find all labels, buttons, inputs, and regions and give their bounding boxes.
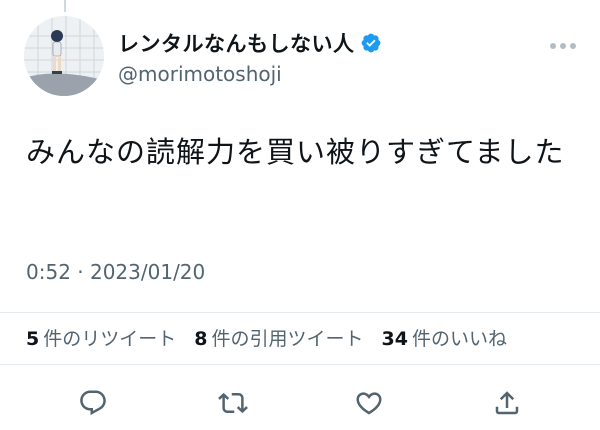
action-bar [0,380,600,424]
quotes-stat[interactable]: 8 件の引用ツイート [194,324,363,351]
avatar[interactable] [24,16,104,96]
engagement-stats: 5 件のリツイート 8 件の引用ツイート 34 件のいいね [26,324,525,351]
author-handle[interactable]: @morimotoshoji [118,62,282,86]
thread-connector-line [64,0,66,12]
retweets-count: 5 [26,328,40,350]
likes-count: 34 [381,328,408,350]
tweet-timestamp[interactable]: 0:52 · 2023/01/20 [26,260,205,284]
retweets-stat[interactable]: 5 件のリツイート [26,324,176,351]
avatar-photo-icon [24,16,104,96]
verified-badge-icon [360,32,382,54]
author-display-name[interactable]: レンタルなんもしない人 [118,28,355,58]
retweet-icon[interactable] [218,388,248,418]
divider [0,364,600,365]
retweets-label: 件のリツイート [43,328,177,350]
dot [550,43,556,49]
tweet-text: みんなの読解力を買い被りすぎてました [26,135,565,169]
reply-icon[interactable] [78,388,108,418]
likes-stat[interactable]: 34 件のいいね [382,324,507,351]
author-name-row[interactable]: レンタルなんもしない人 [118,28,382,58]
divider [0,312,600,313]
likes-label: 件のいいね [411,328,507,350]
quotes-label: 件の引用ツイート [211,328,364,350]
dot [570,43,576,49]
like-icon[interactable] [354,388,384,418]
share-icon[interactable] [492,388,522,418]
more-options-icon[interactable] [548,38,578,54]
dot [560,43,566,49]
quotes-count: 8 [194,328,208,350]
